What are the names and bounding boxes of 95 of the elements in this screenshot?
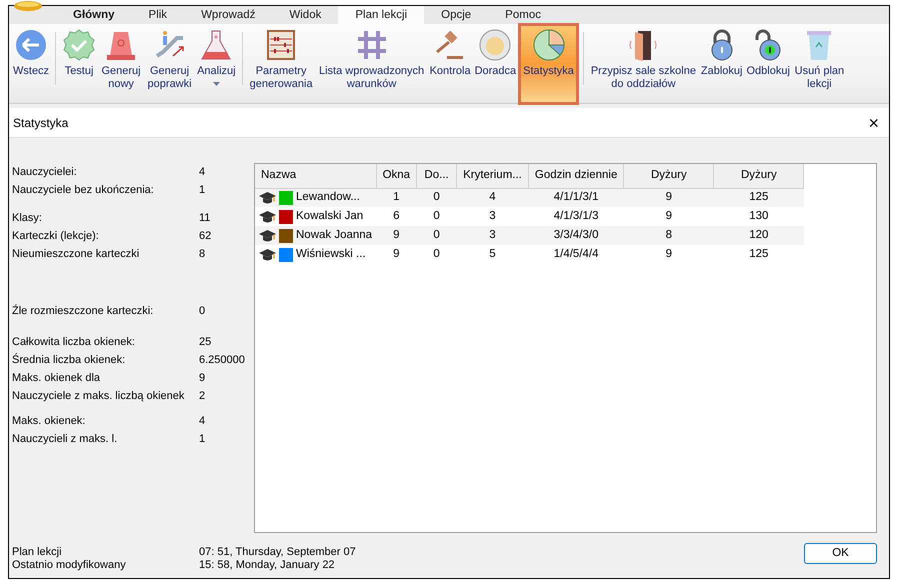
ribbon-button[interactable]: Parametry generowania xyxy=(246,26,316,102)
table-cell: 9 xyxy=(376,226,417,245)
column-header[interactable]: Dyżury xyxy=(714,164,804,188)
stat-label: Nauczyciele bez ukończenia: xyxy=(12,182,155,198)
table-cell: 6 xyxy=(376,207,417,226)
menu-tab[interactable]: Wprowadź xyxy=(184,6,272,24)
table-cell: 3 xyxy=(456,207,528,226)
footer-value: 07: 51, Thursday, September 07 xyxy=(199,546,356,559)
stat-label: Maks. okienek: xyxy=(12,414,86,429)
column-header[interactable]: Nazwa xyxy=(255,164,376,188)
column-header[interactable]: Do... xyxy=(416,164,457,188)
table-cell-text: Lewandow... xyxy=(296,190,360,206)
stat-label: Nauczycielei: xyxy=(12,164,78,180)
table-cell: 9 xyxy=(624,207,714,226)
table-cell: 3 xyxy=(456,226,528,245)
stat-value: 6.250000 xyxy=(199,352,245,368)
stat-label: Średnia liczba okienek: xyxy=(12,352,126,368)
dialog-title: Statystyka xyxy=(13,114,68,132)
table-cell: 0 xyxy=(416,245,457,264)
table-cell: 0 xyxy=(416,226,457,245)
menu-tab[interactable]: Plik xyxy=(132,6,184,24)
table-cell: 125 xyxy=(714,188,804,207)
table-cell: 4/1/3/1/3 xyxy=(528,207,624,226)
table-cell: 0 xyxy=(416,188,457,207)
flask-icon xyxy=(199,28,234,62)
menu-tab[interactable]: Główny xyxy=(56,6,132,24)
stat-label: Źle rozmieszczone karteczki: xyxy=(12,304,154,319)
stat-value: 4 xyxy=(199,164,206,180)
stat-value: 9 xyxy=(199,370,206,386)
stat-label: Nauczycieli z maks. l. xyxy=(12,432,118,447)
ok-button[interactable]: OK xyxy=(804,543,877,564)
column-header[interactable]: Okna xyxy=(376,164,417,188)
table-cell: 130 xyxy=(714,207,804,226)
table-cell: 3/3/4/3/0 xyxy=(528,226,624,245)
ribbon-button[interactable]: Generuj poprawki xyxy=(144,26,196,102)
table-cell: 9 xyxy=(624,245,714,264)
table-cell: 9 xyxy=(624,188,714,207)
menu-tab[interactable]: Widok xyxy=(272,6,338,24)
footer-label: Plan lekcji xyxy=(12,546,63,559)
stat-value: 4 xyxy=(199,414,206,429)
table-cell-text: Nowak Joanna xyxy=(296,228,372,243)
ribbon-button[interactable]: Zablokuj xyxy=(698,26,744,102)
column-header[interactable]: Kryterium... xyxy=(456,164,528,188)
table-cell: 0 xyxy=(416,207,457,226)
stat-value: 2 xyxy=(199,388,206,404)
stat-value: 25 xyxy=(199,334,212,350)
stat-value: 1 xyxy=(199,182,206,198)
menu-tab[interactable]: Pomoc xyxy=(488,6,558,24)
menu-tab[interactable]: Opcje xyxy=(424,6,488,24)
close-button[interactable]: × xyxy=(864,114,883,132)
table-cell: 120 xyxy=(714,226,804,245)
stat-value: 62 xyxy=(199,228,212,244)
table-cell: 8 xyxy=(624,226,714,245)
table-cell-text: Wiśniewski ... xyxy=(296,246,366,262)
ribbon-button[interactable]: Kontrola xyxy=(428,26,473,102)
table-cell: 1 xyxy=(376,188,417,207)
ribbon-button[interactable]: Statystyka xyxy=(521,26,576,102)
ribbon-button[interactable]: Usuń plan lekcji xyxy=(792,26,847,102)
ribbon-button[interactable]: Generuj nowy xyxy=(98,26,144,102)
stat-label: Całkowita liczba okienek: xyxy=(12,334,136,350)
check-badge-icon xyxy=(62,28,96,62)
table-cell: 125 xyxy=(714,245,804,264)
table-cell: 4 xyxy=(456,188,528,207)
ribbon-button[interactable]: Przypisz sale szkolne do oddziałów xyxy=(588,26,699,102)
stat-value: 8 xyxy=(199,246,206,262)
stat-label: Karteczki (lekcje): xyxy=(12,228,100,244)
ribbon-button[interactable]: Analizuj xyxy=(195,26,238,102)
graduation-cap-icon xyxy=(259,228,276,242)
table-cell: 1/4/5/4/4 xyxy=(528,245,624,264)
table-cell: 9 xyxy=(376,245,417,264)
stat-label: Nieumieszczone karteczki xyxy=(12,246,140,262)
table-cell-text: Kowalski Jan xyxy=(296,208,364,224)
graduation-cap-icon xyxy=(259,190,276,205)
pie-chart-icon xyxy=(532,28,566,62)
stat-label: Nauczyciele z maks. liczbą okienek xyxy=(12,388,186,404)
graduation-cap-icon xyxy=(259,210,276,224)
column-header[interactable]: Dyżury xyxy=(624,164,714,188)
stat-label: Klasy: xyxy=(12,210,43,226)
stat-label: Maks. okienek dla xyxy=(12,370,102,386)
ribbon-button[interactable]: Doradca xyxy=(472,26,518,102)
footer-value: 15: 58, Monday, January 22 xyxy=(199,559,335,572)
ribbon-button[interactable]: Lista wprowadzonych warunków xyxy=(316,26,428,102)
column-header[interactable]: Godzin dziennie xyxy=(528,164,624,188)
stat-value: 11 xyxy=(199,210,210,226)
stat-value: 0 xyxy=(199,304,206,319)
menu-tab[interactable]: Plan lekcji xyxy=(338,6,424,24)
ribbon-button[interactable]: Odblokuj xyxy=(744,26,792,102)
graduation-cap-icon xyxy=(259,248,276,262)
ribbon-button[interactable]: Testuj xyxy=(60,26,98,102)
stat-value: 1 xyxy=(199,432,206,447)
ribbon-button[interactable]: Wstecz xyxy=(11,26,52,102)
footer-label: Ostatnio modyfikowany xyxy=(12,559,127,572)
table-cell: 5 xyxy=(456,245,528,264)
table-cell: 4/1/1/3/1 xyxy=(528,188,624,207)
back-icon xyxy=(14,28,48,62)
